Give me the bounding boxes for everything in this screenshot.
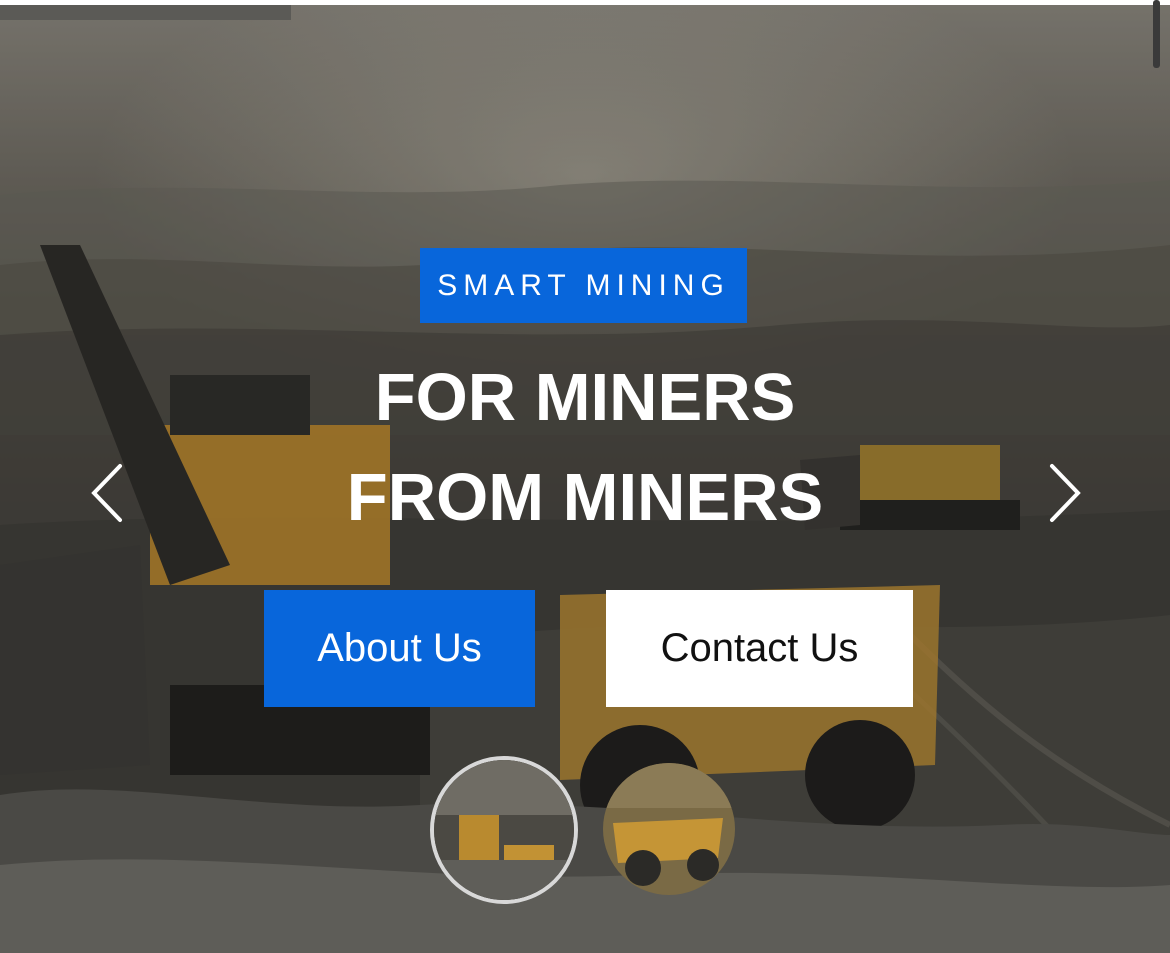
headline-line-2: FROM MINERS [346,460,824,535]
chevron-right-icon[interactable] [1046,462,1086,524]
scrollbar[interactable] [1153,0,1160,68]
headline-line-1: FOR MINERS [374,360,796,435]
top-bar [0,5,291,20]
slide-2-thumbnail[interactable] [603,763,735,895]
about-us-button[interactable]: About Us [264,590,535,707]
chevron-left-icon[interactable] [86,462,126,524]
contact-us-button[interactable]: Contact Us [606,590,913,707]
hero-tag: SMART MINING [420,248,747,323]
slide-1-thumbnail[interactable] [430,756,578,904]
hero-headline: FOR MINERS FROM MINERS [285,348,885,548]
